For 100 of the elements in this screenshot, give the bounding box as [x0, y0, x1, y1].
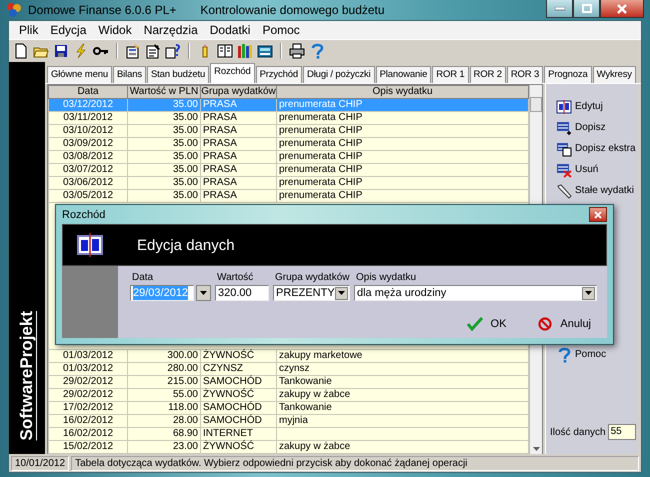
action-button[interactable]: Pomoc: [556, 344, 606, 365]
menu-item[interactable]: Dodatki: [204, 23, 256, 37]
book-icon[interactable]: [217, 43, 233, 59]
table-row[interactable]: 03/09/2012 35.00 PRASA prenumerata CHIP: [48, 138, 528, 150]
value-field[interactable]: 320.00: [215, 285, 269, 301]
value-cell: 35.00: [128, 98, 200, 112]
app-icon: [6, 2, 22, 18]
date-cell: 17/02/2012: [48, 402, 128, 414]
description-cell: zakupy marketowe: [276, 350, 528, 362]
document-icon[interactable]: [13, 43, 29, 59]
value-cell: 55.00: [128, 388, 200, 402]
table-row[interactable]: 17/02/2012 118.00 SAMOCHÓD Tankowanie: [48, 402, 528, 414]
value-cell: 35.00: [128, 124, 200, 138]
group-cell: ŻYWNOŚĆ: [200, 350, 276, 362]
group-cell: CZYNSZ: [200, 362, 276, 376]
value-cell: 118.00: [128, 402, 200, 414]
value-cell: 28.00: [128, 414, 200, 428]
table-row[interactable]: 03/05/2012 35.00 PRASA prenumerata CHIP: [48, 190, 528, 202]
menu-item[interactable]: Narzędzia: [138, 23, 204, 37]
save-icon[interactable]: [53, 43, 69, 59]
scroll-thumb[interactable]: [530, 97, 542, 112]
combo-box[interactable]: dla męża urodziny: [354, 285, 597, 301]
date-cell: 03/12/2012: [48, 98, 128, 112]
tab[interactable]: ROR 3: [506, 66, 544, 83]
close-icon: [594, 210, 602, 218]
minimize-icon: [554, 6, 564, 10]
column-header[interactable]: Wartość w PLN: [128, 86, 200, 98]
description-cell: prenumerata CHIP: [276, 124, 528, 138]
menu-item[interactable]: Plik: [13, 23, 44, 37]
table-row[interactable]: 01/03/2012 280.00 CZYNSZ czynsz: [48, 362, 528, 376]
menu-item[interactable]: Edycja: [44, 23, 92, 37]
dropdown-button[interactable]: [196, 285, 211, 301]
description-cell: Tankowanie: [276, 402, 528, 414]
table-row[interactable]: 03/07/2012 35.00 PRASA prenumerata CHIP: [48, 164, 528, 176]
tab[interactable]: Główne menu: [47, 66, 112, 83]
menu-item[interactable]: Widok: [92, 23, 138, 37]
dropdown-arrow-icon: [200, 291, 207, 295]
description-cell: prenumerata CHIP: [276, 98, 528, 112]
value-cell: 280.00: [128, 362, 200, 376]
column-header[interactable]: Grupa wydatków: [200, 86, 276, 98]
close-button[interactable]: [589, 207, 607, 222]
dialog-button[interactable]: Anuluj: [532, 315, 597, 333]
action-button[interactable]: Dopisz: [556, 117, 606, 138]
table-row[interactable]: 01/03/2012 300.00 ŻYWNOŚĆ zakupy marketowe: [48, 350, 528, 362]
date-cell: 29/02/2012: [48, 376, 128, 388]
date-cell: 16/02/2012: [48, 414, 128, 428]
window-subtitle: Kontrolowanie domowego budżetu: [200, 3, 385, 17]
action-button[interactable]: Edytuj: [556, 96, 603, 117]
query-icon[interactable]: [165, 43, 181, 59]
printer-icon[interactable]: [289, 43, 305, 59]
column-header[interactable]: Data: [48, 86, 128, 98]
table-row[interactable]: 15/02/2012 23.00 ŻYWNOŚĆ zakupy w żabce: [48, 440, 528, 454]
close-button[interactable]: [600, 0, 644, 18]
notepad-icon[interactable]: [145, 43, 161, 59]
group-cell: SAMOCHÓD: [200, 376, 276, 388]
date-cell: 03/06/2012: [48, 176, 128, 190]
group-cell: PRASA: [200, 138, 276, 150]
action-button[interactable]: Dopisz ekstra: [556, 138, 636, 159]
description-cell: czynsz: [276, 362, 528, 376]
scroll-down-icon[interactable]: [532, 447, 540, 451]
dialog-button[interactable]: OK: [460, 315, 512, 333]
tab[interactable]: Wykresy: [592, 66, 636, 83]
books-icon[interactable]: [237, 43, 253, 59]
tab[interactable]: Stan budżetu: [146, 66, 210, 83]
edit-icon: [77, 232, 103, 258]
tab[interactable]: ROR 2: [470, 66, 506, 83]
tab[interactable]: ROR 1: [432, 66, 469, 83]
check-icon: [466, 317, 483, 331]
tab[interactable]: Planowanie: [376, 66, 432, 83]
table-row[interactable]: 16/02/2012 28.00 SAMOCHÓD myjnia: [48, 414, 528, 428]
table-row[interactable]: 03/10/2012 35.00 PRASA prenumerata CHIP: [48, 124, 528, 138]
date-cell: 16/02/2012: [48, 428, 128, 440]
date-cell: 03/09/2012: [48, 138, 128, 150]
menu-item[interactable]: Pomoc: [256, 23, 306, 37]
action-button[interactable]: Stałe wydatki: [556, 180, 634, 201]
table-row[interactable]: 03/11/2012 35.00 PRASA prenumerata CHIP: [48, 112, 528, 124]
tab[interactable]: Przychód: [256, 66, 302, 83]
value-cell: 215.00: [128, 376, 200, 388]
table-row[interactable]: 29/02/2012 55.00 ŻYWNOŚĆ zakupy w żabce: [48, 388, 528, 402]
table-row[interactable]: 03/08/2012 35.00 PRASA prenumerata CHIP: [48, 150, 528, 164]
tab[interactable]: Prognoza: [544, 66, 592, 83]
action-button[interactable]: Usuń: [556, 159, 598, 180]
tab[interactable]: Rozchód: [210, 63, 255, 83]
date-cell: 03/11/2012: [48, 112, 128, 124]
combo-box[interactable]: PREZENTY: [273, 285, 350, 301]
tab[interactable]: Bilans: [112, 66, 146, 83]
group-cell: PRASA: [200, 150, 276, 164]
field-label: Grupa wydatków: [274, 272, 350, 283]
table-row[interactable]: 03/06/2012 35.00 PRASA prenumerata CHIP: [48, 176, 528, 190]
date-cell: 15/02/2012: [48, 440, 128, 454]
table-add-icon: [556, 120, 572, 136]
tab[interactable]: Długi / pożyczki: [303, 66, 375, 83]
table-row[interactable]: 29/02/2012 215.00 SAMOCHÓD Tankowanie: [48, 376, 528, 388]
maximize-icon: [582, 4, 592, 13]
column-header[interactable]: Opis wydatku: [276, 86, 528, 98]
minimize-button[interactable]: [546, 0, 573, 18]
dialog-heading: Edycja danych: [137, 236, 235, 254]
clipboard-icon[interactable]: [125, 43, 141, 59]
help-icon: [556, 346, 572, 362]
maximize-button[interactable]: [573, 0, 600, 18]
